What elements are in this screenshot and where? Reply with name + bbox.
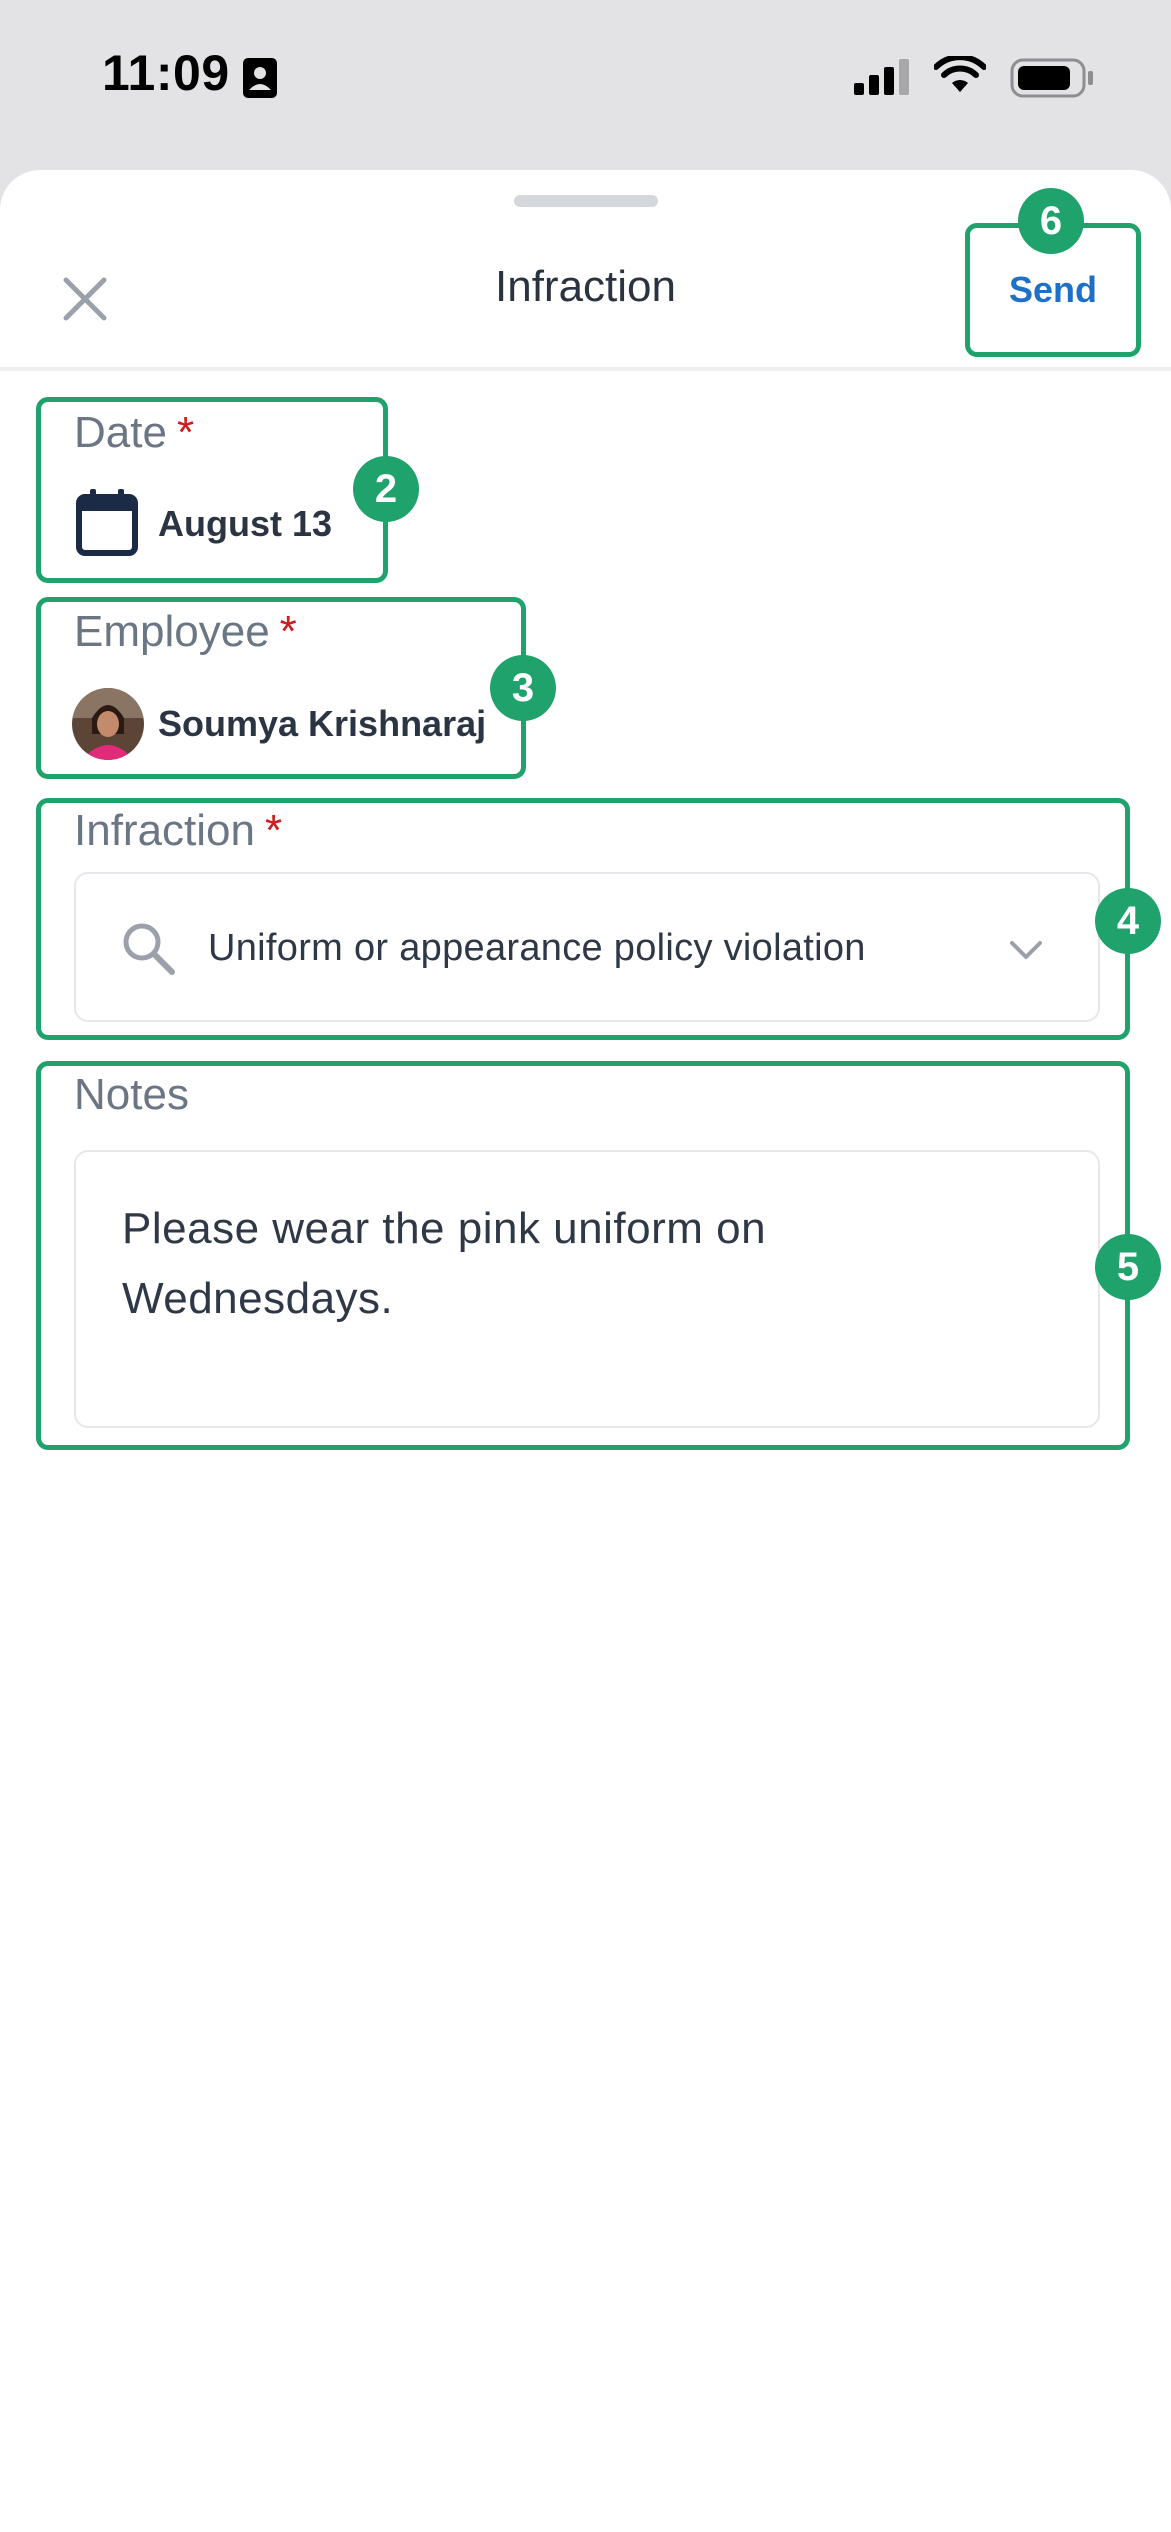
date-label: Date * [74,408,195,457]
status-bar: 11:09 [0,0,1171,170]
employee-label: Employee * [74,607,297,656]
cellular-signal-icon [854,59,909,95]
step-badge: 3 [490,655,556,721]
search-icon [123,923,175,975]
infraction-value: Uniform or appearance policy violation [208,927,866,969]
send-label: Send [1008,269,1097,310]
contact-card-icon [243,58,277,98]
infraction-label: Infraction * [74,806,283,855]
step-badge: 6 [1018,188,1084,254]
date-picker[interactable]: August 13 [70,480,370,570]
employee-picker[interactable]: Soumya Krishnaraj [70,680,510,770]
employee-value: Soumya Krishnaraj [158,703,487,744]
sheet-grabber[interactable] [514,195,658,207]
status-time: 11:09 [102,45,230,101]
avatar [72,688,144,760]
chevron-down-icon [1010,941,1042,959]
date-value: August 13 [158,503,333,544]
step-badge: 5 [1095,1234,1161,1300]
calendar-icon [76,489,138,556]
avatar-image [72,688,144,760]
step-badge: 2 [353,456,419,522]
wifi-icon [934,56,986,92]
battery-icon [1010,58,1093,98]
header-divider [0,367,1171,371]
notes-textarea[interactable]: Please wear the pink uniform on Wednesda… [74,1150,1100,1428]
infraction-select[interactable]: Uniform or appearance policy violation [74,872,1100,1022]
step-badge: 4 [1095,888,1161,954]
notes-label: Notes [74,1070,189,1119]
